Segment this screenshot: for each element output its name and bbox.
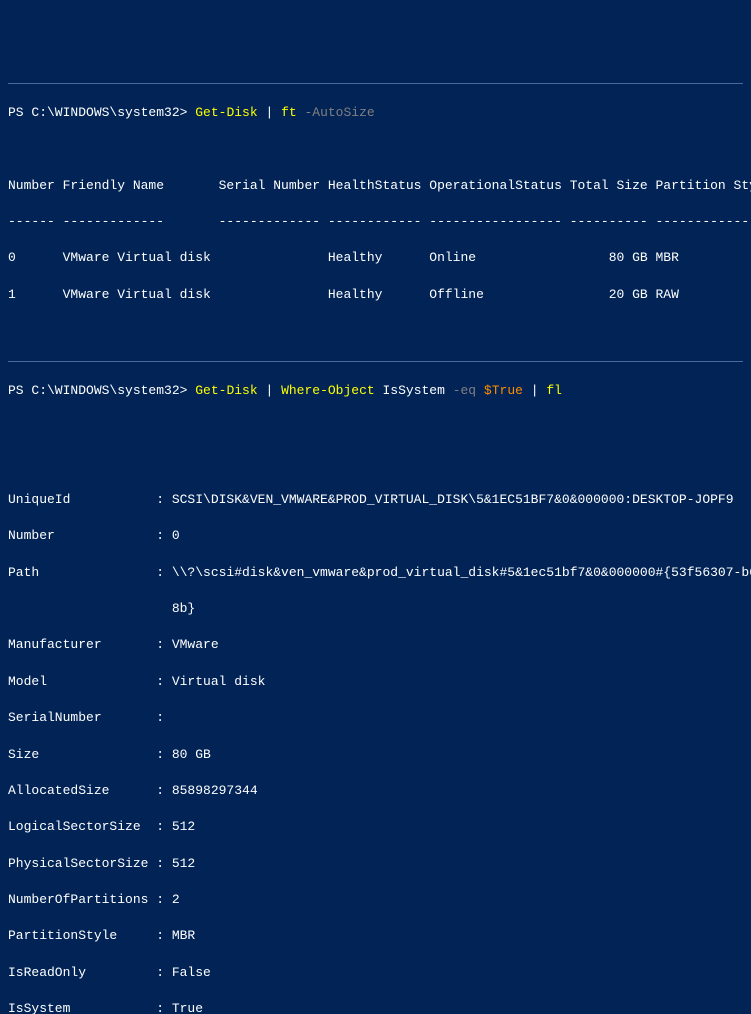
cmdlet-getdisk: Get-Disk [195, 105, 257, 120]
command-line-2[interactable]: PS C:\WINDOWS\system32> Get-Disk | Where… [8, 382, 743, 400]
cmdlet-fl: fl [546, 383, 562, 398]
detail-line: Number : 0 [8, 527, 743, 545]
detail-line: NumberOfPartitions : 2 [8, 891, 743, 909]
detail-line: PhysicalSectorSize : 512 [8, 855, 743, 873]
detail-line: PartitionStyle : MBR [8, 927, 743, 945]
detail-line: IsReadOnly : False [8, 964, 743, 982]
detail-line: Size : 80 GB [8, 746, 743, 764]
detail-line: SerialNumber : [8, 709, 743, 727]
table-header: Number Friendly Name Serial Number Healt… [8, 177, 743, 195]
blank-line [8, 140, 743, 158]
blank-line [8, 322, 743, 340]
cmdlet-whereobject: Where-Object [281, 383, 375, 398]
detail-line: AllocatedSize : 85898297344 [8, 782, 743, 800]
detail-line: Path : \\?\scsi#disk&ven_vmware&prod_vir… [8, 564, 743, 582]
param-autosize: -AutoSize [297, 105, 375, 120]
section-divider [8, 83, 743, 84]
cmdlet-getdisk: Get-Disk [195, 383, 257, 398]
detail-line: LogicalSectorSize : 512 [8, 818, 743, 836]
var-true: $True [484, 383, 523, 398]
detail-line: Manufacturer : VMware [8, 636, 743, 654]
table-divider: ------ ------------- ------------- -----… [8, 213, 743, 231]
pipe-operator: | [523, 383, 546, 398]
detail-line: Model : Virtual disk [8, 673, 743, 691]
detail-line: IsSystem : True [8, 1000, 743, 1014]
table-row: 0 VMware Virtual disk Healthy Online 80 … [8, 249, 743, 267]
property-name: IsSystem [375, 383, 453, 398]
blank-line [8, 418, 743, 436]
section-divider [8, 361, 743, 362]
ps-prompt: PS C:\WINDOWS\system32> [8, 383, 195, 398]
detail-line: 8b} [8, 600, 743, 618]
command-line-1[interactable]: PS C:\WINDOWS\system32> Get-Disk | ft -A… [8, 104, 743, 122]
table-row: 1 VMware Virtual disk Healthy Offline 20… [8, 286, 743, 304]
cmdlet-ft: ft [281, 105, 297, 120]
blank-line [8, 455, 743, 473]
pipe-operator: | [258, 383, 281, 398]
param-eq: -eq [453, 383, 484, 398]
detail-line: UniqueId : SCSI\DISK&VEN_VMWARE&PROD_VIR… [8, 491, 743, 509]
ps-prompt: PS C:\WINDOWS\system32> [8, 105, 195, 120]
pipe-operator: | [258, 105, 281, 120]
